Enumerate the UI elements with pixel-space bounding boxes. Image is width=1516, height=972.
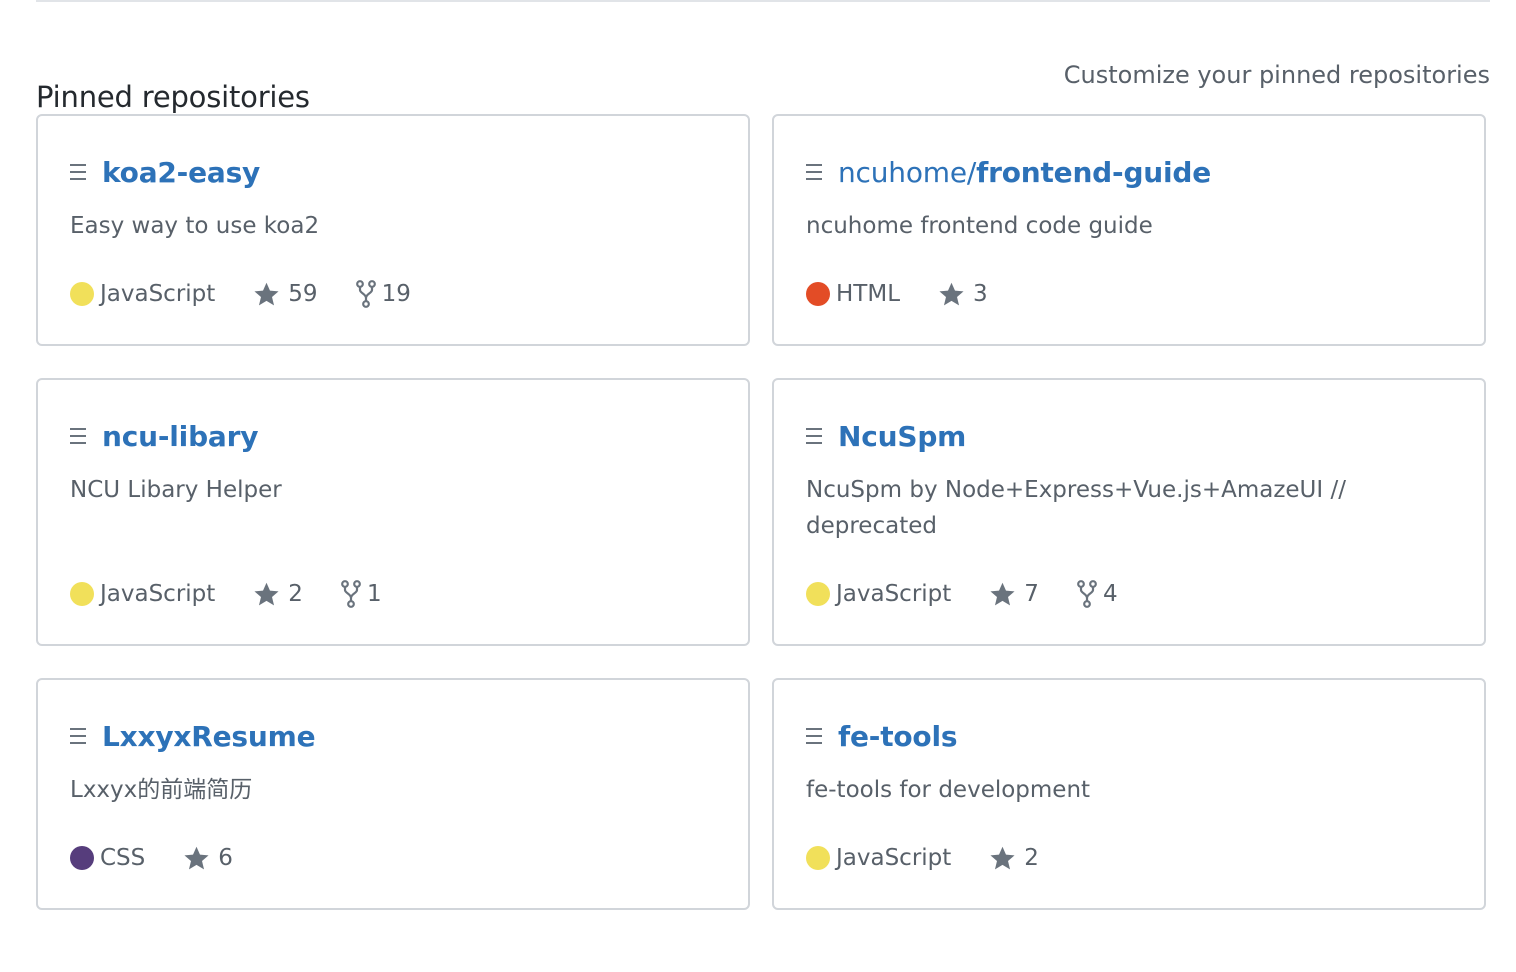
repo-language: JavaScript xyxy=(100,581,216,607)
fork-icon xyxy=(341,580,361,608)
repo-description: Easy way to use koa2 xyxy=(70,213,320,239)
repo-title: ncu-libary xyxy=(70,416,258,456)
repo-language: HTML xyxy=(836,281,901,307)
repo-meta: JavaScript 2 1 xyxy=(70,578,420,610)
fork-icon xyxy=(355,280,376,308)
star-count: 2 xyxy=(1024,845,1039,871)
repo-card: ncu-libary NCU Libary Helper JavaScript … xyxy=(36,378,750,646)
star-count: 2 xyxy=(288,581,303,607)
repo-card: LxxyxResume Lxxyx的前端简历 CSS 6 xyxy=(36,678,750,910)
repo-icon xyxy=(806,428,822,444)
repo-language: JavaScript xyxy=(100,281,216,307)
language-color-dot xyxy=(806,846,830,870)
repo-meta: CSS 6 xyxy=(70,842,271,874)
repo-link[interactable]: NcuSpm xyxy=(838,420,966,453)
repo-title: fe-tools xyxy=(806,716,958,756)
repo-owner: ncuhome/ xyxy=(838,155,977,189)
repo-link[interactable]: LxxyxResume xyxy=(102,719,316,753)
repo-link[interactable]: ncuhome/frontend-guide xyxy=(838,156,1211,189)
repo-link[interactable]: ncu-libary xyxy=(102,420,258,453)
pinned-header: Pinned repositories Customize your pinne… xyxy=(36,52,1490,114)
repo-language: JavaScript xyxy=(836,845,952,871)
stars-link[interactable]: 6 xyxy=(183,845,233,872)
repo-description: NcuSpm by Node+Express+Vue.js+AmazeUI //… xyxy=(806,477,1346,539)
repo-icon xyxy=(806,728,822,744)
customize-pinned-link[interactable]: Customize your pinned repositories xyxy=(1064,61,1490,89)
language-color-dot xyxy=(70,846,94,870)
star-count: 3 xyxy=(973,281,988,307)
repo-title: NcuSpm xyxy=(806,416,966,456)
repo-title: koa2-easy xyxy=(70,152,260,192)
repo-card: ncuhome/frontend-guide ncuhome frontend … xyxy=(772,114,1486,346)
star-count: 6 xyxy=(218,845,233,871)
star-icon xyxy=(254,582,279,605)
repo-card: NcuSpm NcuSpm by Node+Express+Vue.js+Ama… xyxy=(772,378,1486,646)
star-icon xyxy=(990,582,1015,605)
star-count: 59 xyxy=(288,281,318,307)
star-icon xyxy=(254,282,279,305)
forks-link[interactable]: 19 xyxy=(355,280,411,308)
repo-meta: JavaScript 7 4 xyxy=(806,578,1156,610)
repo-link[interactable]: koa2-easy xyxy=(102,156,260,189)
language-color-dot xyxy=(70,582,94,606)
repo-meta: JavaScript 59 19 xyxy=(70,278,449,310)
language-color-dot xyxy=(806,282,830,306)
repo-name: frontend-guide xyxy=(976,155,1212,189)
repo-icon xyxy=(70,728,86,744)
stars-link[interactable]: 7 xyxy=(989,581,1039,608)
repo-title: ncuhome/frontend-guide xyxy=(806,152,1211,192)
repo-icon xyxy=(70,428,86,444)
fork-count: 19 xyxy=(381,281,411,307)
repo-meta: JavaScript 2 xyxy=(806,842,1077,874)
forks-link[interactable]: 4 xyxy=(1077,580,1118,608)
section-title: Pinned repositories xyxy=(36,80,310,115)
forks-link[interactable]: 1 xyxy=(341,580,382,608)
repo-name: koa2-easy xyxy=(102,155,261,189)
repo-meta: HTML 3 xyxy=(806,278,1026,310)
repo-name: ncu-libary xyxy=(102,419,259,453)
repo-language: JavaScript xyxy=(836,581,952,607)
repo-description: ncuhome frontend code guide xyxy=(806,213,1153,239)
repo-name: LxxyxResume xyxy=(102,719,316,753)
stars-link[interactable]: 2 xyxy=(989,845,1039,872)
repo-card: koa2-easy Easy way to use koa2 JavaScrip… xyxy=(36,114,750,346)
repo-card: fe-tools fe-tools for development JavaSc… xyxy=(772,678,1486,910)
repo-title: LxxyxResume xyxy=(70,716,316,756)
language-color-dot xyxy=(70,282,94,306)
repo-icon xyxy=(806,164,822,180)
repo-description: NCU Libary Helper xyxy=(70,477,282,503)
repo-icon xyxy=(70,164,86,180)
fork-icon xyxy=(1077,580,1097,608)
fork-count: 1 xyxy=(366,581,382,607)
repo-name: NcuSpm xyxy=(838,419,967,453)
stars-link[interactable]: 59 xyxy=(253,281,318,308)
repo-description: Lxxyx的前端简历 xyxy=(70,777,253,803)
star-icon xyxy=(990,846,1015,869)
repo-language: CSS xyxy=(100,845,146,871)
repo-description: fe-tools for development xyxy=(806,777,1091,803)
star-icon xyxy=(939,282,964,305)
language-color-dot xyxy=(806,582,830,606)
repo-name: fe-tools xyxy=(838,719,958,753)
top-divider xyxy=(36,0,1490,2)
repo-link[interactable]: fe-tools xyxy=(838,719,958,753)
star-icon xyxy=(184,846,209,869)
stars-link[interactable]: 3 xyxy=(938,281,988,308)
fork-count: 4 xyxy=(1102,581,1118,607)
star-count: 7 xyxy=(1024,581,1039,607)
stars-link[interactable]: 2 xyxy=(253,581,303,608)
